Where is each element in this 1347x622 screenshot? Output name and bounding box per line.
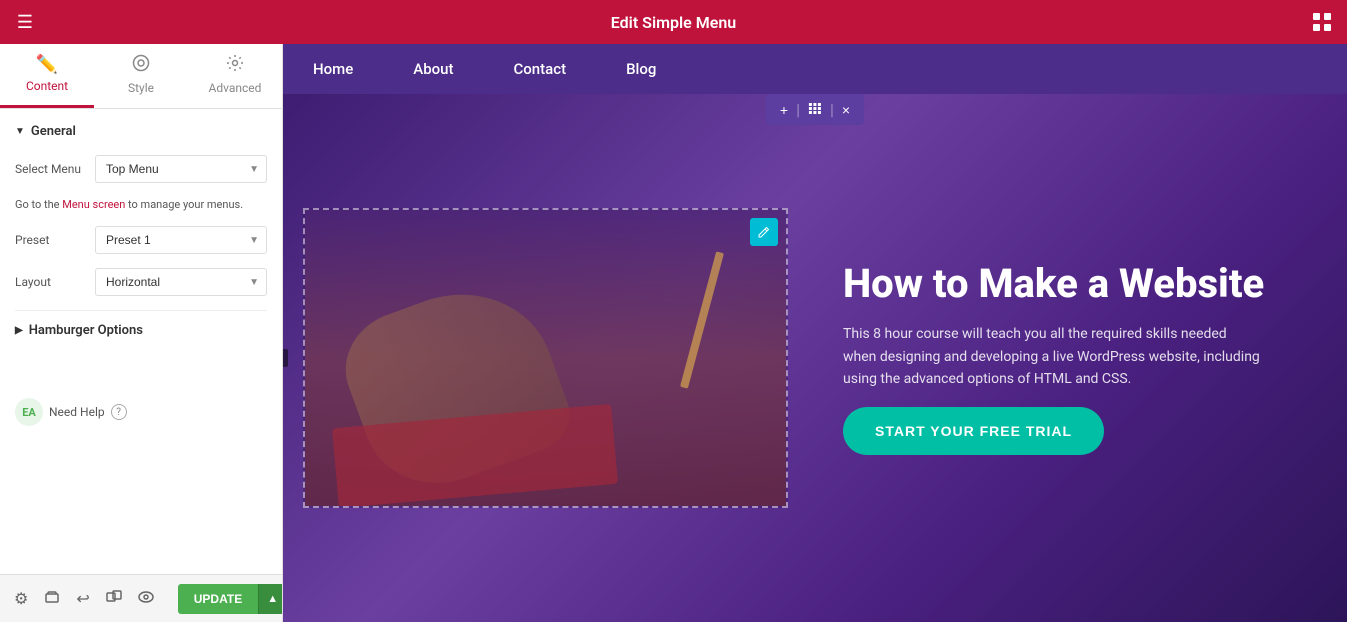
- hamburger-section[interactable]: ▶ Hamburger Options: [15, 310, 267, 350]
- canvas-body: ⋮ How to Make: [283, 94, 1347, 622]
- layout-control: Horizontal ▼: [95, 268, 267, 296]
- hero-image: [305, 210, 786, 506]
- panel-content: ▼ General Select Menu Top Menu ▼ Go to t: [0, 109, 282, 622]
- menu-screen-link[interactable]: Menu screen: [62, 198, 125, 211]
- select-menu-control: Top Menu ▼: [95, 155, 267, 183]
- chevron-right-icon: ▶: [15, 325, 23, 336]
- chevron-down-icon: ▼: [15, 126, 25, 137]
- tab-style[interactable]: Style: [94, 44, 188, 108]
- select-menu-row: Select Menu Top Menu ▼: [15, 155, 267, 183]
- nav-bar: Home About Contact Blog: [283, 44, 1347, 94]
- update-button[interactable]: UPDATE: [178, 584, 258, 614]
- ea-icon: EA: [15, 398, 43, 426]
- content-icon: ✏️: [36, 54, 58, 75]
- general-label: General: [31, 124, 76, 139]
- bottom-bar: ⚙ ↩ UPDATE ▲: [0, 574, 282, 622]
- right-canvas: Home About Contact Blog + | | × ⋮: [283, 44, 1347, 622]
- need-help-label: Need Help: [49, 405, 105, 419]
- tab-style-label: Style: [128, 81, 154, 95]
- select-menu-label: Select Menu: [15, 162, 95, 176]
- preset-label: Preset: [15, 233, 95, 247]
- top-bar: ☰ Edit Simple Menu: [0, 0, 1347, 44]
- select-menu-dropdown[interactable]: Top Menu: [95, 155, 267, 183]
- image-edit-button[interactable]: [750, 218, 778, 246]
- need-help-badge[interactable]: EA Need Help ?: [15, 390, 267, 434]
- tab-advanced-label: Advanced: [209, 81, 262, 95]
- layers-icon[interactable]: [40, 585, 64, 613]
- column-resize-handle[interactable]: ⋮: [283, 349, 288, 367]
- image-section: ⋮: [283, 94, 803, 622]
- update-button-group: UPDATE ▲: [178, 584, 283, 614]
- pencil-decoration: [680, 251, 724, 388]
- hero-title: How to Make a Website: [843, 261, 1307, 307]
- grid-icon[interactable]: [1297, 13, 1347, 31]
- page-title: Edit Simple Menu: [50, 13, 1297, 32]
- preset-wrapper: Preset 1 ▼: [95, 226, 267, 254]
- undo-icon[interactable]: ↩: [72, 585, 93, 612]
- add-element-button[interactable]: +: [774, 99, 794, 121]
- nav-item-contact[interactable]: Contact: [514, 55, 567, 83]
- tab-advanced[interactable]: Advanced: [188, 44, 282, 108]
- help-question-icon: ?: [111, 404, 127, 420]
- left-panel: ✏️ Content Style Advanced: [0, 44, 283, 622]
- tab-content[interactable]: ✏️ Content: [0, 44, 94, 108]
- nav-item-blog[interactable]: Blog: [626, 55, 656, 83]
- tab-content-label: Content: [26, 79, 68, 93]
- cta-button[interactable]: START YOUR FREE TRIAL: [843, 407, 1104, 455]
- close-section-button[interactable]: ×: [836, 99, 856, 121]
- preset-control: Preset 1 ▼: [95, 226, 267, 254]
- select-menu-wrapper: Top Menu ▼: [95, 155, 267, 183]
- preset-row: Preset Preset 1 ▼: [15, 226, 267, 254]
- menu-link-text: Go to the Menu screen to manage your men…: [15, 197, 267, 212]
- update-caret-button[interactable]: ▲: [258, 584, 283, 614]
- hero-description: This 8 hour course will teach you all th…: [843, 323, 1263, 390]
- layout-label: Layout: [15, 275, 95, 289]
- drag-handle-button[interactable]: [802, 98, 828, 121]
- image-wrapper: [303, 208, 788, 508]
- navigator-icon[interactable]: [102, 585, 126, 613]
- settings-icon[interactable]: ⚙: [10, 585, 32, 612]
- general-section-header[interactable]: ▼ General: [15, 124, 267, 139]
- hamburger-icon[interactable]: ☰: [0, 12, 50, 33]
- preset-dropdown[interactable]: Preset 1: [95, 226, 267, 254]
- layout-wrapper: Horizontal ▼: [95, 268, 267, 296]
- text-section: How to Make a Website This 8 hour course…: [803, 94, 1347, 622]
- style-icon: [132, 54, 150, 77]
- tabs-bar: ✏️ Content Style Advanced: [0, 44, 282, 109]
- nav-item-about[interactable]: About: [413, 55, 453, 83]
- preview-icon[interactable]: [134, 585, 158, 613]
- layout-row: Layout Horizontal ▼: [15, 268, 267, 296]
- layout-dropdown[interactable]: Horizontal: [95, 268, 267, 296]
- main-layout: ✏️ Content Style Advanced: [0, 44, 1347, 622]
- advanced-icon: [226, 54, 244, 77]
- floating-toolbar: + | | ×: [766, 94, 864, 125]
- nav-item-home[interactable]: Home: [313, 55, 353, 83]
- hamburger-options-label: Hamburger Options: [29, 323, 143, 338]
